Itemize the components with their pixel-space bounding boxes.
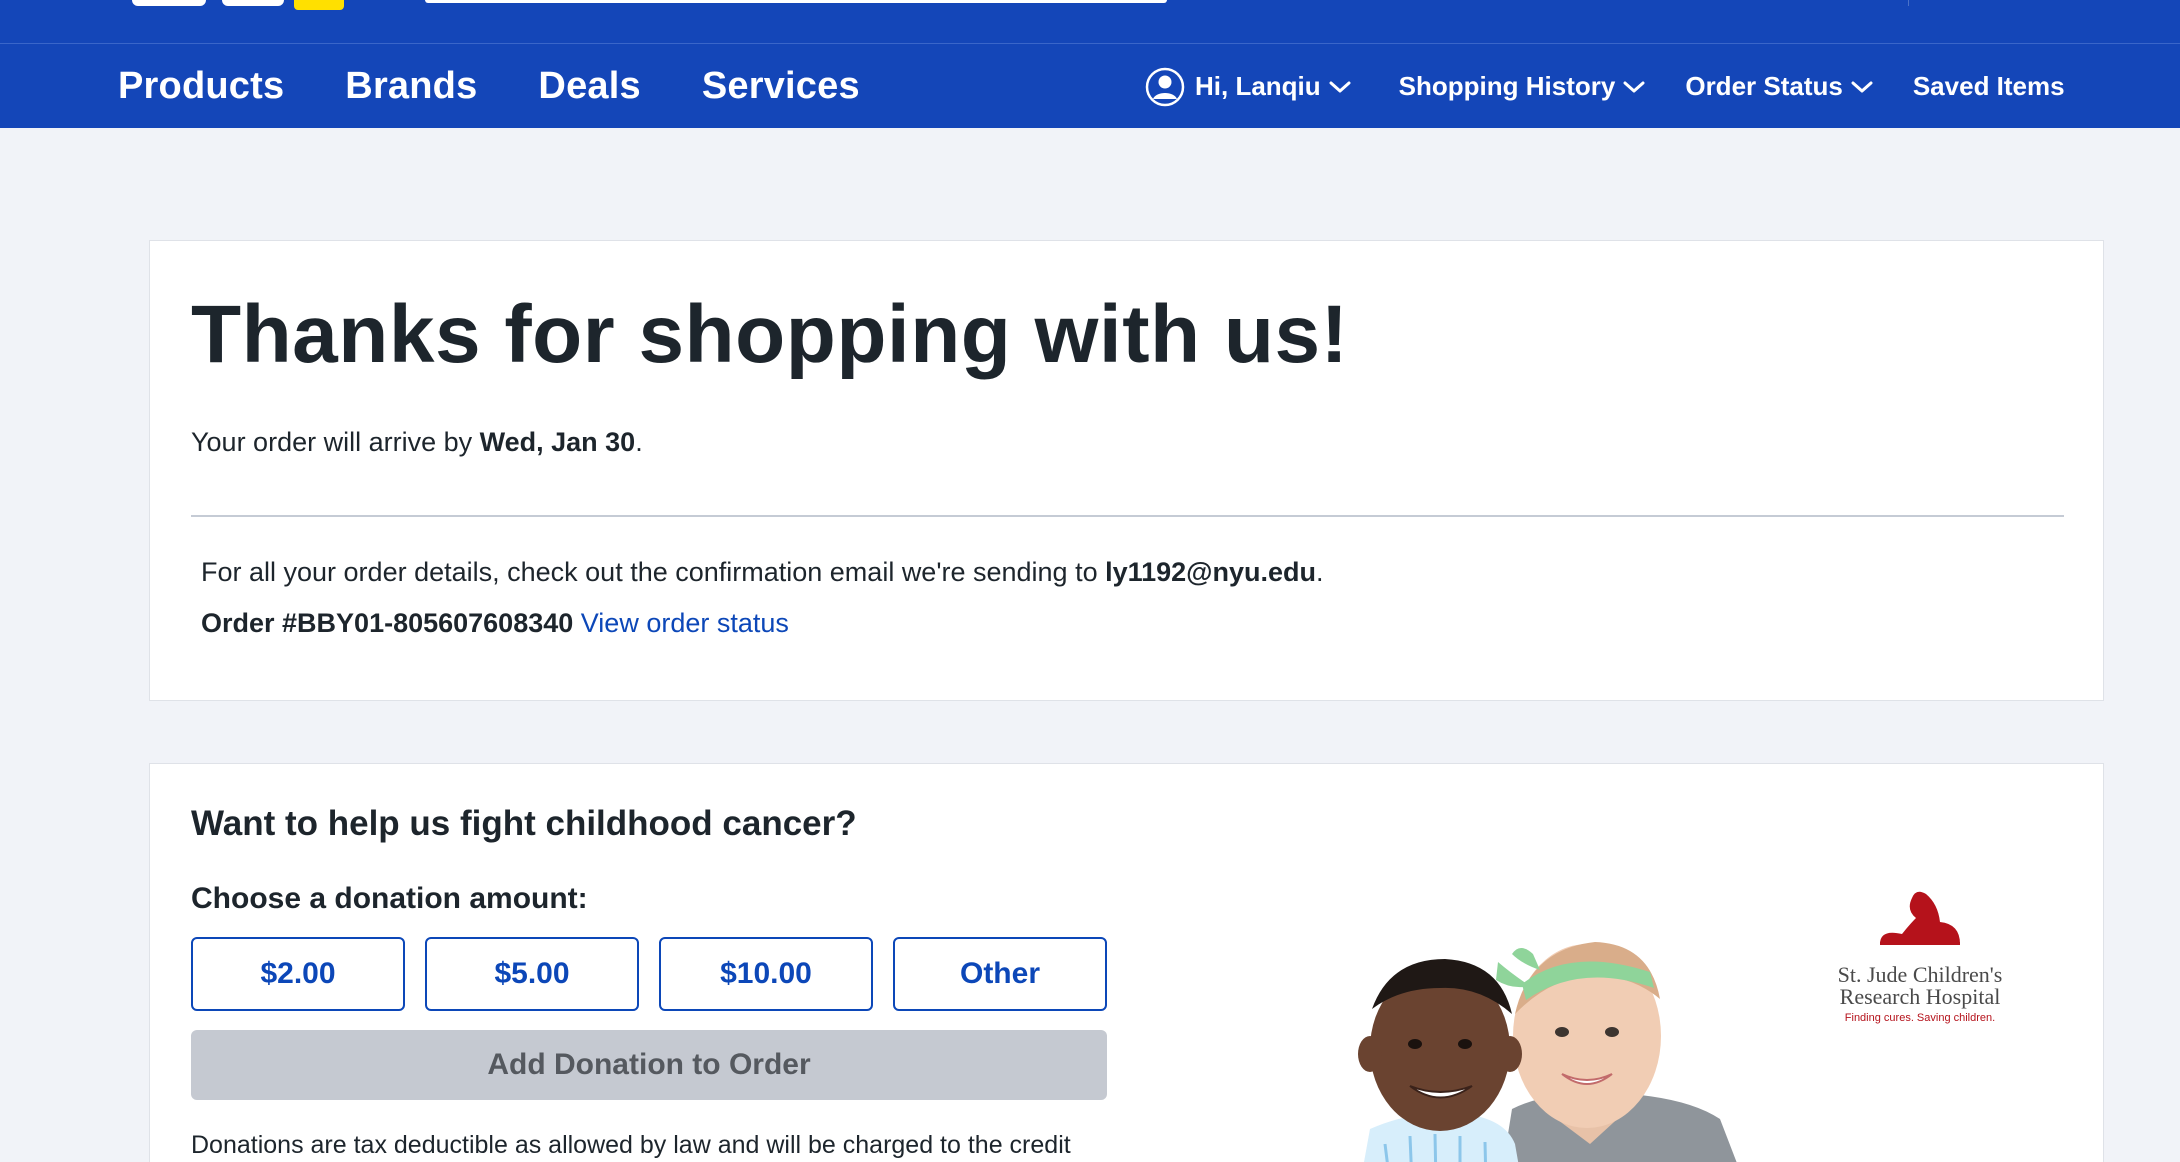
st-jude-tagline: Finding cures. Saving children. xyxy=(1844,1012,1996,1024)
chevron-down-icon xyxy=(1329,81,1351,92)
arrival-date: Wed, Jan 30 xyxy=(479,427,636,457)
nav-products[interactable]: Products xyxy=(118,65,284,108)
chevron-down-icon xyxy=(1851,81,1873,92)
details-prefix: For all your order details, check out th… xyxy=(201,557,1106,587)
arrival-prefix: Your order will arrive by xyxy=(191,427,480,457)
header-divider xyxy=(1908,0,1909,6)
nav-deals[interactable]: Deals xyxy=(538,65,640,108)
order-number-line: Order #BBY01-805607608340 View order sta… xyxy=(201,608,789,639)
saved-items-label: Saved Items xyxy=(1912,71,2065,101)
donation-title: Want to help us fight childhood cancer? xyxy=(191,804,857,843)
shopping-history-menu[interactable]: Shopping History xyxy=(1399,71,1646,102)
logo-letter-fragment xyxy=(132,0,206,6)
shopping-history-label: Shopping History xyxy=(1398,71,1616,101)
account-menu[interactable]: Hi, Lanqiu xyxy=(1145,67,1351,107)
donation-amount-label: Choose a donation amount: xyxy=(191,882,588,915)
donation-2-button[interactable]: $2.00 xyxy=(191,937,405,1011)
order-status-menu[interactable]: Order Status xyxy=(1685,71,1873,102)
account-nav: Hi, Lanqiu Shopping History Order Status… xyxy=(1145,44,2065,129)
order-confirmation-card: Thanks for shopping with us! Your order … xyxy=(149,240,2104,701)
st-jude-child-icon xyxy=(1880,891,1960,945)
donation-amount-options: $2.00 $5.00 $10.00 Other xyxy=(191,937,1107,1011)
view-order-status-link[interactable]: View order status xyxy=(581,608,789,638)
nav-brands[interactable]: Brands xyxy=(345,65,477,108)
add-donation-button[interactable]: Add Donation to Order xyxy=(191,1030,1107,1100)
nav-services[interactable]: Services xyxy=(702,65,860,108)
donation-legal-text: Donations are tax deductible as allowed … xyxy=(191,1131,1071,1159)
saved-items-link[interactable]: Saved Items xyxy=(1913,71,2065,102)
arrival-message: Your order will arrive by Wed, Jan 30. xyxy=(191,427,643,458)
logo-letter-fragment xyxy=(222,0,284,6)
user-avatar-icon xyxy=(1145,67,1185,106)
st-jude-logo: St. Jude Children's Research Hospital Fi… xyxy=(1820,874,2020,1034)
top-header xyxy=(0,0,2180,43)
logo-tag-icon xyxy=(294,0,344,10)
st-jude-name-line2: Research Hospital xyxy=(1839,984,2001,1009)
nav-categories: Products Brands Deals Services xyxy=(118,44,860,129)
order-status-label: Order Status xyxy=(1685,71,1843,101)
main-nav: Products Brands Deals Services Hi, Lanqi… xyxy=(0,43,2180,128)
order-details-message: For all your order details, check out th… xyxy=(201,557,1324,588)
search-input[interactable] xyxy=(425,0,1167,3)
donation-10-button[interactable]: $10.00 xyxy=(659,937,873,1011)
page-title: Thanks for shopping with us! xyxy=(191,289,1349,380)
section-divider xyxy=(191,515,2064,517)
details-suffix: . xyxy=(1316,557,1324,587)
account-greeting: Hi, Lanqiu xyxy=(1195,71,1321,101)
arrival-suffix: . xyxy=(635,427,643,457)
order-number: Order #BBY01-805607608340 xyxy=(201,608,574,638)
donation-5-button[interactable]: $5.00 xyxy=(425,937,639,1011)
donation-card: Want to help us fight childhood cancer? … xyxy=(149,763,2104,1162)
chevron-down-icon xyxy=(1623,81,1645,92)
donation-other-button[interactable]: Other xyxy=(893,937,1107,1011)
confirmation-email: ly1192@nyu.edu xyxy=(1105,557,1317,587)
children-photo xyxy=(1358,942,1737,1162)
best-buy-logo[interactable] xyxy=(132,0,354,10)
